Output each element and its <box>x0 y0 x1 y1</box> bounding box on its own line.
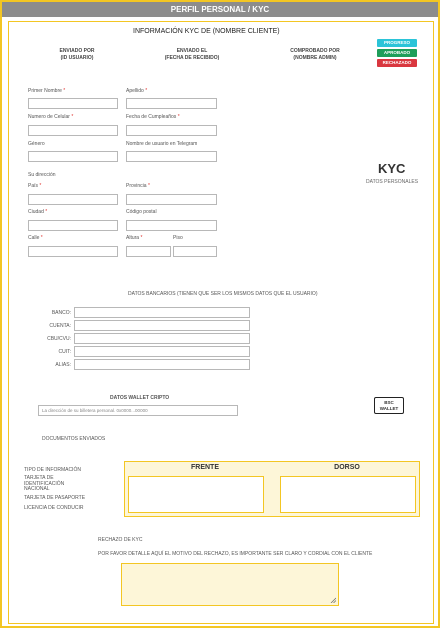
city-label: Ciudad * <box>28 209 48 215</box>
back-document-upload[interactable] <box>280 476 416 513</box>
last-name-label: Apellido * <box>126 88 148 94</box>
floor-label: Piso <box>173 235 183 241</box>
documents-panel: FRENTE DORSO <box>124 461 420 517</box>
wallet-address-input[interactable]: La dirección de su billetera personal. 0… <box>38 405 238 416</box>
doc-type-passport[interactable]: TARJETA DE PASAPORTE <box>24 495 85 501</box>
front-document-upload[interactable] <box>128 476 264 513</box>
cuit-label: CUIT: <box>58 349 72 355</box>
height-label: Altura * <box>126 235 143 241</box>
sent-on-column: ENVIADO EL (FECHA DE RECIBIDO) <box>157 48 227 62</box>
alias-label: ALIAS: <box>55 362 71 368</box>
back-label: DORSO <box>334 464 360 471</box>
sent-by-label: ENVIADO POR <box>59 48 95 54</box>
gender-label: Género <box>28 141 45 147</box>
rejection-title: RECHAZO DE KYC <box>98 537 143 543</box>
sent-by-column: ENVIADO POR (ID USUARIO) <box>47 48 107 62</box>
sent-by-sub: (ID USUARIO) <box>60 55 94 61</box>
sent-on-sub: (FECHA DE RECIBIDO) <box>164 55 220 61</box>
cbu-input[interactable] <box>74 333 250 344</box>
birthday-input[interactable] <box>126 125 217 136</box>
kyc-info-title: INFORMACIÓN KYC DE (NOMBRE CLIENTE) <box>133 28 280 35</box>
last-name-input[interactable] <box>126 98 217 109</box>
status-rejected-button[interactable]: RECHAZADO <box>377 59 417 67</box>
account-label: CUENTA: <box>49 323 71 329</box>
bank-label: BANCO: <box>51 310 71 316</box>
height-input[interactable] <box>126 246 171 257</box>
street-input[interactable] <box>28 246 118 257</box>
alias-input[interactable] <box>74 359 250 370</box>
cbu-label: CBU/CVU: <box>47 336 71 342</box>
doc-type-national-id[interactable]: TARJETA DE IDENTIFICACIÓN NACIONAL <box>24 475 82 493</box>
bank-input[interactable] <box>74 307 250 318</box>
street-label: Calle * <box>28 235 43 241</box>
city-input[interactable] <box>28 220 118 231</box>
rejection-reason-textarea[interactable] <box>121 563 339 606</box>
phone-input[interactable] <box>28 125 118 136</box>
floor-input[interactable] <box>173 246 217 257</box>
gender-input[interactable] <box>28 151 118 162</box>
page-title: PERFIL PERSONAL / KYC <box>170 5 270 14</box>
postal-label: Código postal <box>126 209 157 215</box>
account-input[interactable] <box>74 320 250 331</box>
kyc-heading: KYC <box>378 161 406 176</box>
checked-by-sub: (NOMBRE ADMIN) <box>293 55 337 61</box>
sent-on-label: ENVIADO EL <box>176 48 208 54</box>
doc-type-license[interactable]: LICENCIA DE CONDUCIR <box>24 505 83 511</box>
documents-title: DOCUMENTOS ENVIADOS <box>42 436 106 442</box>
info-type-label: TIPO DE INFORMACIÓN <box>24 467 81 473</box>
checked-by-label: COMPROBADO POR <box>290 48 340 54</box>
address-heading: Su dirección <box>28 172 56 178</box>
telegram-label: Nombre de usuario en Telegram <box>126 141 198 147</box>
country-input[interactable] <box>28 194 118 205</box>
telegram-input[interactable] <box>126 151 217 162</box>
postal-input[interactable] <box>126 220 217 231</box>
country-label: País * <box>28 183 42 189</box>
kyc-subheading: DATOS PERSONALES <box>366 179 419 185</box>
bank-title: DATOS BANCARIOS (TIENEN QUE SER LOS MISM… <box>128 291 318 297</box>
phone-label: Numero de Celular * <box>28 114 74 120</box>
wallet-label: WALLET <box>379 406 399 411</box>
checked-by-column: COMPROBADO POR (NOMBRE ADMIN) <box>279 48 351 62</box>
first-name-label: Primer Nombre * <box>28 88 66 94</box>
page-header: PERFIL PERSONAL / KYC <box>0 0 440 17</box>
wallet-title: DATOS WALLET CRIPTO <box>110 395 170 401</box>
birthday-label: Fecha de Cumpleaños * <box>126 114 180 120</box>
cuit-input[interactable] <box>74 346 250 357</box>
front-label: FRENTE <box>191 464 219 471</box>
status-approved-button[interactable]: APROBADO <box>377 49 417 57</box>
province-label: Provincia * <box>126 183 150 189</box>
province-input[interactable] <box>126 194 217 205</box>
resize-handle-icon[interactable] <box>330 597 336 603</box>
status-progress-button[interactable]: PROGRESO <box>377 39 417 47</box>
rejection-instructions: POR FAVOR DETALLE AQUÍ EL MOTIVO DEL REC… <box>98 551 373 557</box>
bsc-wallet-button[interactable]: BSC WALLET <box>374 397 404 414</box>
kyc-panel: INFORMACIÓN KYC DE (NOMBRE CLIENTE) ENVI… <box>8 21 434 624</box>
first-name-input[interactable] <box>28 98 118 109</box>
